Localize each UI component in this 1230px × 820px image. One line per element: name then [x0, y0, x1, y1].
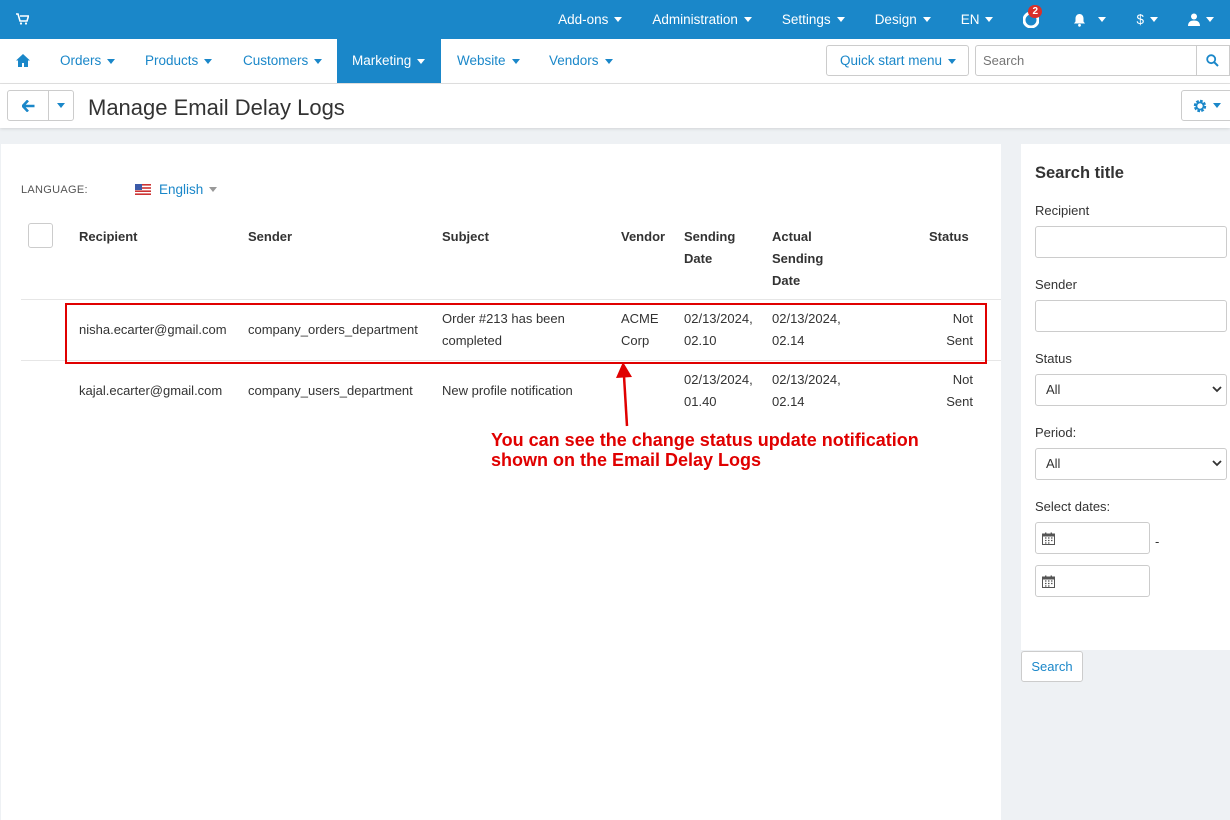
chevron-down-icon — [107, 58, 116, 64]
home-icon[interactable] — [16, 54, 30, 70]
help-button[interactable]: 2 — [1008, 0, 1058, 39]
chevron-down-icon — [314, 58, 323, 64]
nav-customers[interactable]: Customers — [228, 39, 337, 83]
chevron-down-icon — [743, 17, 752, 22]
select-dates-label: Select dates: — [1035, 499, 1111, 514]
chevron-down-icon — [1150, 17, 1158, 22]
bell-icon — [1074, 13, 1086, 27]
nav-website[interactable]: Website — [442, 39, 535, 83]
user-icon — [1188, 13, 1200, 26]
chevron-down-icon — [604, 58, 613, 64]
chevron-down-icon — [1213, 103, 1221, 108]
period-select[interactable]: All — [1035, 448, 1227, 480]
nav-vendors[interactable]: Vendors — [534, 39, 628, 83]
sidebar-title: Search title — [1035, 164, 1124, 182]
status-select[interactable]: All — [1035, 374, 1227, 406]
chevron-down-icon — [204, 58, 213, 64]
period-label: Period: — [1035, 425, 1077, 440]
main-nav: Orders Products Customers Marketing Webs… — [0, 39, 1230, 84]
page-toolbar: Manage Email Delay Logs — [0, 84, 1230, 128]
date-from-input[interactable] — [1035, 522, 1150, 554]
chevron-down-icon — [614, 17, 623, 22]
search-input[interactable] — [975, 45, 1197, 76]
top-bar: Add-ons Administration Settings Design E… — [0, 0, 1230, 39]
language-menu[interactable]: EN — [946, 0, 1009, 39]
cart-icon[interactable] — [16, 13, 30, 28]
settings-gear-button[interactable] — [1181, 90, 1230, 121]
search-icon — [1206, 54, 1219, 67]
chevron-down-icon — [511, 58, 520, 64]
nav-marketing[interactable]: Marketing — [337, 39, 441, 83]
chevron-down-icon — [985, 17, 994, 22]
recipient-label: Recipient — [1035, 203, 1090, 218]
calendar-icon — [1042, 532, 1055, 545]
chevron-down-icon — [1212, 460, 1222, 467]
content-panel: LANGUAGE: English Recipient Sender Subje… — [1, 144, 1001, 820]
nav-orders[interactable]: Orders — [45, 39, 130, 83]
user-menu[interactable] — [1173, 0, 1230, 39]
sender-input[interactable] — [1035, 300, 1227, 332]
chevron-down-icon — [57, 103, 65, 108]
search-sidebar: Search title Recipient Sender Status All… — [1021, 144, 1230, 650]
nav-products[interactable]: Products — [130, 39, 227, 83]
currency-menu[interactable]: $ — [1121, 0, 1173, 39]
design-menu[interactable]: Design — [860, 0, 946, 39]
sender-label: Sender — [1035, 277, 1077, 292]
chevron-down-icon — [948, 58, 957, 64]
administration-menu[interactable]: Administration — [637, 0, 767, 39]
date-range-separator: - — [1155, 534, 1160, 549]
back-button[interactable] — [7, 90, 49, 121]
recipient-input[interactable] — [1035, 226, 1227, 258]
calendar-icon — [1042, 575, 1055, 588]
sidebar-search-button[interactable]: Search — [1021, 651, 1083, 682]
settings-menu[interactable]: Settings — [767, 0, 860, 39]
notification-badge: 2 — [1028, 5, 1043, 18]
status-label: Status — [1035, 351, 1072, 366]
quick-start-menu-button[interactable]: Quick start menu — [826, 45, 969, 76]
page-title: Manage Email Delay Logs — [88, 95, 345, 120]
annotation-text: You can see the change status update not… — [491, 430, 919, 470]
addons-menu[interactable]: Add-ons — [543, 0, 637, 39]
chevron-down-icon — [1212, 386, 1222, 393]
gear-icon — [1193, 99, 1207, 112]
chevron-down-icon — [836, 17, 845, 22]
chevron-down-icon — [922, 17, 931, 22]
date-to-input[interactable] — [1035, 565, 1150, 597]
chevron-down-icon — [1206, 17, 1214, 22]
back-dropdown-button[interactable] — [48, 90, 74, 121]
chevron-down-icon — [1098, 17, 1107, 22]
arrow-left-icon — [21, 99, 34, 112]
search-button[interactable] — [1196, 45, 1230, 76]
chevron-down-icon — [417, 58, 426, 64]
notifications-menu[interactable] — [1058, 0, 1121, 39]
annotation-arrow — [616, 362, 632, 427]
